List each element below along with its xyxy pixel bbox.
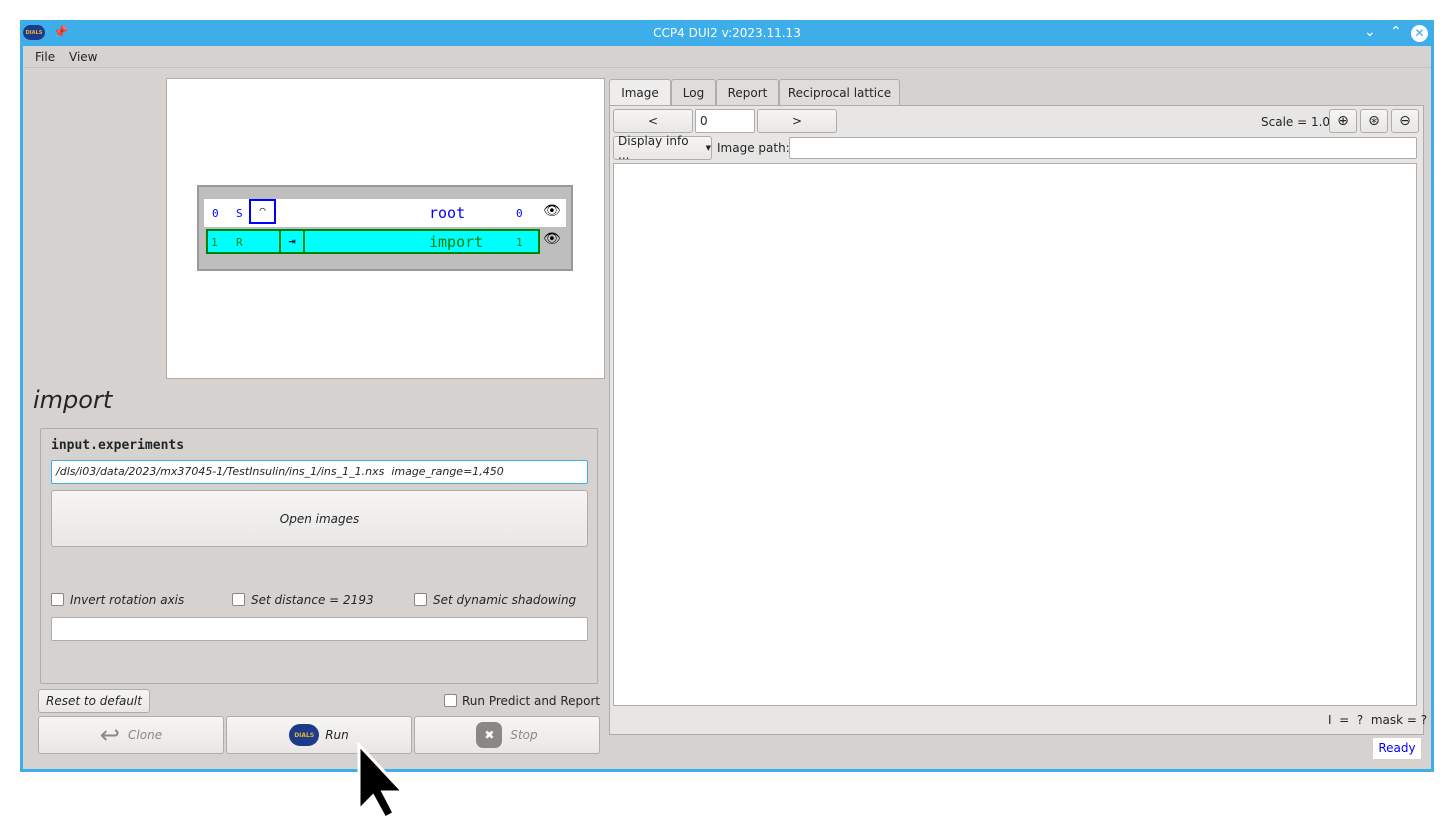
invert-rotation-checkbox[interactable] <box>51 593 64 606</box>
run-predict-checkbox[interactable] <box>444 694 457 707</box>
menu-view[interactable]: View <box>69 50 97 64</box>
display-info-dropdown[interactable]: Display info ... ▼ <box>613 134 712 162</box>
experiments-path-input[interactable]: /dls/i03/data/2023/mx37045-1/TestInsulin… <box>51 460 588 484</box>
dials-logo-icon: DIALS <box>289 724 320 746</box>
chevron-down-icon: ▼ <box>705 144 711 152</box>
stop-label: Stop <box>510 728 538 742</box>
scale-label: Scale = 1.00 <box>1261 115 1338 129</box>
step-title: import <box>33 386 113 414</box>
node-status: R <box>236 236 243 249</box>
run-predict-label: Run Predict and Report <box>462 694 601 708</box>
checkbox-label: Set distance = 2193 <box>251 593 374 607</box>
menu-bar: File View <box>23 46 1431 68</box>
history-tree-panel: 0 S ⌒ root 0 👁 1 R ⇥ import 1 👁 <box>166 78 605 379</box>
app-window: DIALS 📌 CCP4 DUI2 v:2023.11.13 ⌄ ⌃ ✕ Fil… <box>20 20 1434 772</box>
set-distance-checkbox[interactable] <box>232 593 245 606</box>
eye-hidden-icon[interactable]: 👁 <box>543 203 561 219</box>
window-title: CCP4 DUI2 v:2023.11.13 <box>653 26 801 40</box>
dynamic-shadowing-checkbox[interactable] <box>414 593 427 606</box>
close-icon[interactable]: ✕ <box>1411 25 1428 42</box>
node-name: root <box>429 204 466 222</box>
maximize-icon[interactable]: ⌃ <box>1390 24 1402 40</box>
stop-icon: ✖ <box>476 722 503 748</box>
zoom-reset-icon[interactable]: ⊛ <box>1360 109 1388 133</box>
menu-file[interactable]: File <box>35 50 55 64</box>
zoom-out-icon[interactable]: ⊖ <box>1391 109 1419 133</box>
viewer-tabs: Image Log Report Reciprocal lattice <box>609 79 1009 106</box>
dropdown-label: Display info ... <box>618 134 689 162</box>
node-status: S <box>236 207 243 220</box>
zoom-in-icon[interactable]: ⊕ <box>1329 109 1357 133</box>
status-label: Ready <box>1373 738 1421 759</box>
tab-report[interactable]: Report <box>716 79 779 105</box>
eye-hidden-icon[interactable]: 👁 <box>543 231 561 247</box>
image-path-input[interactable] <box>789 137 1417 159</box>
run-label: Run <box>325 728 349 742</box>
root-icon: ⌒ <box>249 199 276 224</box>
image-number-input[interactable]: 0 <box>695 109 755 133</box>
checkbox-label: Invert rotation axis <box>70 593 185 607</box>
window-body: File View 0 S ⌒ root 0 👁 1 R ⇥ import 1 … <box>23 46 1431 769</box>
clone-icon: ↩ <box>99 721 121 749</box>
import-icon: ⇥ <box>279 229 305 254</box>
tree-node-root[interactable]: 0 S ⌒ root 0 <box>204 199 566 227</box>
tree-box: 0 S ⌒ root 0 👁 1 R ⇥ import 1 👁 <box>197 185 573 271</box>
node-number: 0 <box>212 207 219 220</box>
stop-button[interactable]: ✖ Stop <box>414 716 600 754</box>
mouse-cursor-icon <box>356 741 408 823</box>
tab-image[interactable]: Image <box>609 79 671 106</box>
image-tab-panel: < 0 > Scale = 1.00 ⊕ ⊛ ⊖ Display info ..… <box>609 105 1428 735</box>
tab-log[interactable]: Log <box>671 79 716 105</box>
checkbox-label: Set dynamic shadowing <box>433 593 577 607</box>
image-path-label: Image path: <box>717 141 790 155</box>
node-children: 0 <box>516 207 523 220</box>
clone-label: Clone <box>128 728 163 742</box>
node-name: import <box>429 233 484 251</box>
title-bar: DIALS 📌 CCP4 DUI2 v:2023.11.13 ⌄ ⌃ ✕ <box>20 20 1434 46</box>
clone-button[interactable]: ↩ Clone <box>38 716 224 754</box>
step-params-panel: input.experiments /dls/i03/data/2023/mx3… <box>40 428 598 684</box>
open-images-button[interactable]: Open images <box>51 490 588 547</box>
param-label: input.experiments <box>51 438 185 453</box>
reset-to-default-button[interactable]: Reset to default <box>38 689 150 713</box>
prev-image-button[interactable]: < <box>613 109 693 133</box>
next-image-button[interactable]: > <box>757 109 837 133</box>
pixel-readout: I = ? mask = ? <box>1328 713 1428 727</box>
tab-reciprocal-lattice[interactable]: Reciprocal lattice <box>779 79 900 105</box>
image-canvas[interactable] <box>613 163 1417 706</box>
node-children: 1 <box>516 236 523 249</box>
tree-node-import[interactable]: 1 R ⇥ import 1 <box>206 229 540 254</box>
minimize-icon[interactable]: ⌄ <box>1364 24 1376 40</box>
node-number: 1 <box>211 236 218 249</box>
extra-params-input[interactable] <box>51 617 588 641</box>
